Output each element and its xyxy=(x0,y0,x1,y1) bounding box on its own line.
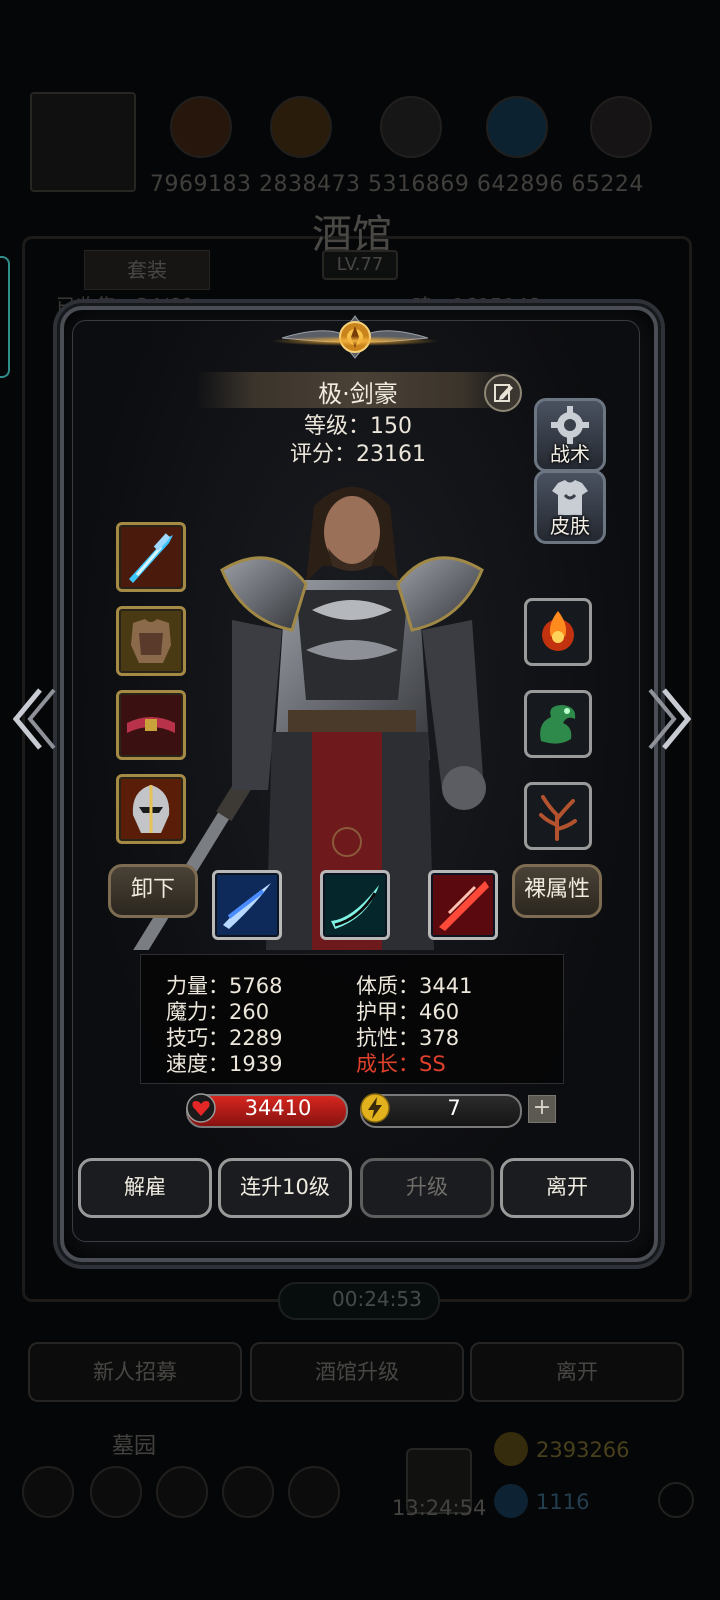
antler-icon xyxy=(539,795,577,841)
armor-icon xyxy=(121,611,181,671)
menu-icon-4 xyxy=(222,1466,274,1518)
armor-slot[interactable] xyxy=(116,606,186,676)
gem-amount: 1116 xyxy=(536,1490,590,1514)
refresh-timer: 00:24:53 xyxy=(332,1287,422,1311)
ice-sword-icon xyxy=(121,527,181,587)
jade-dragon-icon xyxy=(540,705,576,744)
cemetery-label: 墓园 xyxy=(112,1434,157,1459)
previous-hero-arrow-icon[interactable] xyxy=(10,684,56,754)
rename-button[interactable] xyxy=(484,374,522,412)
accessory-slot-2[interactable] xyxy=(524,690,592,758)
next-hero-arrow-icon[interactable] xyxy=(648,684,694,754)
hero-name: 极·剑豪 xyxy=(318,380,398,408)
red-slash-skill-icon xyxy=(433,875,493,935)
accessory-slot-3[interactable] xyxy=(524,782,592,850)
resource-icon-3 xyxy=(380,96,442,158)
resource-icon-5 xyxy=(590,96,652,158)
resource-icon-2 xyxy=(270,96,332,158)
gem-icon xyxy=(494,1484,528,1518)
skill-slot-2[interactable] xyxy=(320,870,390,940)
teal-slash-skill-icon xyxy=(325,875,385,935)
menu-icon-1 xyxy=(22,1466,74,1518)
energy-value: 7 xyxy=(447,1096,461,1120)
belt-slot[interactable] xyxy=(116,690,186,760)
lightning-icon xyxy=(360,1093,390,1123)
heart-icon xyxy=(186,1093,216,1123)
add-energy-button[interactable]: + xyxy=(528,1095,556,1123)
gift-timer: 13:24:54 xyxy=(392,1496,487,1520)
menu-icon-5 xyxy=(288,1466,340,1518)
unequip-button[interactable]: 卸下 xyxy=(108,864,198,918)
emblem-glow xyxy=(270,336,440,346)
side-drawer-tab[interactable] xyxy=(0,256,10,378)
skill-slot-1[interactable] xyxy=(212,870,282,940)
hp-value: 34410 xyxy=(244,1096,312,1120)
base-attributes-button[interactable]: 裸属性 xyxy=(512,864,602,918)
helmet-icon xyxy=(121,779,181,839)
accessory-slot-1[interactable] xyxy=(524,598,592,666)
skill-slot-3[interactable] xyxy=(428,870,498,940)
player-avatar xyxy=(30,92,136,192)
blue-slash-skill-icon xyxy=(217,875,277,935)
edit-pencil-icon xyxy=(494,384,513,402)
dismiss-button[interactable]: 解雇 xyxy=(78,1158,212,1218)
tab-suit: 套装 xyxy=(84,250,210,290)
tactics-button[interactable]: 战术 xyxy=(534,398,606,472)
gold-amount: 2393266 xyxy=(536,1438,630,1462)
add-currency-icon xyxy=(658,1482,694,1518)
stat-speed: 速度：1939 xyxy=(166,1052,283,1076)
recruit-button: 新人招募 xyxy=(28,1342,242,1402)
hero-score: 评分：23161 xyxy=(290,442,426,467)
leave-button[interactable]: 离开 xyxy=(500,1158,634,1218)
gold-coin-icon xyxy=(494,1432,528,1466)
tavern-leave-button: 离开 xyxy=(470,1342,684,1402)
belt-icon xyxy=(121,695,181,755)
stat-growth: 成长：SS xyxy=(356,1052,446,1076)
weapon-slot[interactable] xyxy=(116,522,186,592)
helmet-slot[interactable] xyxy=(116,774,186,844)
tavern-level: LV.77 xyxy=(322,250,398,280)
level-up-10-button[interactable]: 连升10级 xyxy=(218,1158,352,1218)
fire-orb-icon xyxy=(542,611,574,651)
resource-icon-1 xyxy=(170,96,232,158)
level-up-button[interactable]: 升级 xyxy=(360,1158,494,1218)
resource-numbers: 7969183 2838473 5316869 642896 65224 xyxy=(150,172,644,197)
resource-icon-4 xyxy=(486,96,548,158)
tavern-upgrade-button: 酒馆升级 xyxy=(250,1342,464,1402)
menu-icon-2 xyxy=(90,1466,142,1518)
tactics-label: 战术 xyxy=(550,442,590,466)
menu-icon-3 xyxy=(156,1466,208,1518)
